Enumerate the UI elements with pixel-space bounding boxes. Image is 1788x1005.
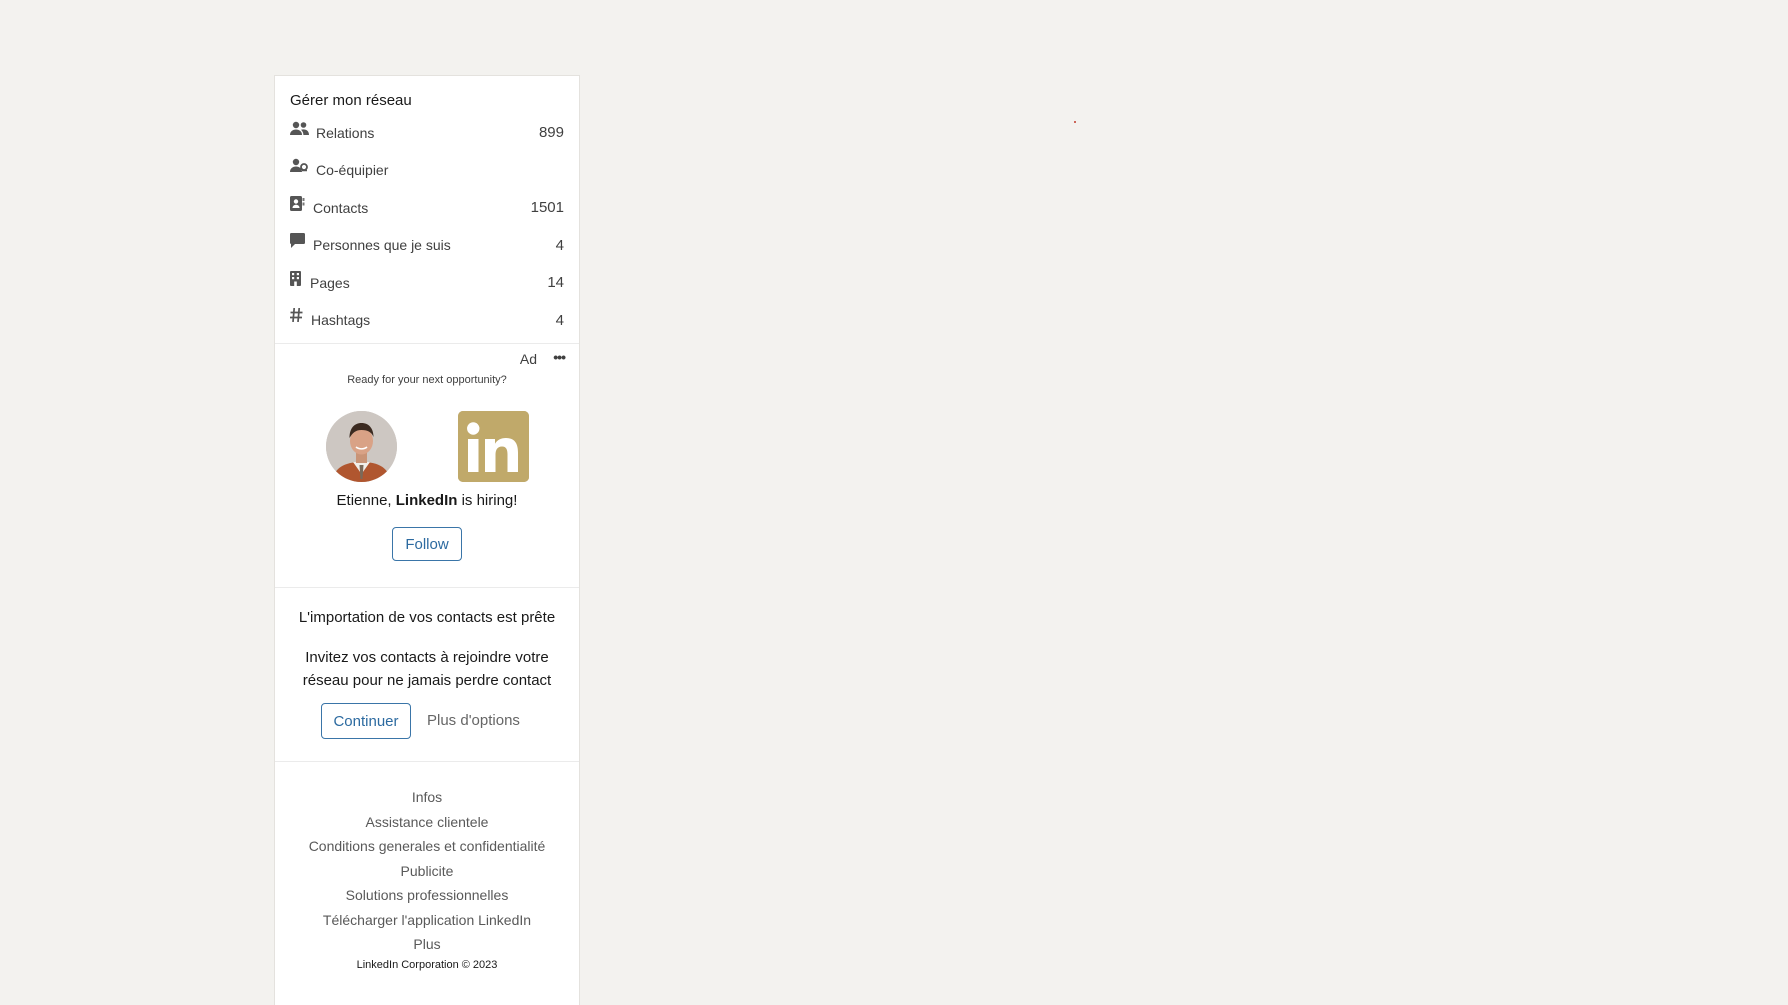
network-item-relations[interactable]: Relations 899: [275, 114, 579, 152]
network-item-label: Co-équipier: [316, 162, 389, 179]
left-sidebar-panel: Gérer mon réseau Relations 899 Co-équipi…: [274, 75, 580, 1005]
hashtag-icon: [290, 308, 305, 326]
manage-network-section: Gérer mon réseau Relations 899 Co-équipi…: [275, 76, 579, 344]
more-options-link[interactable]: Plus d'options: [427, 712, 520, 729]
ad-headline-brand: LinkedIn: [395, 492, 458, 509]
manage-network-title: Gérer mon réseau: [290, 92, 412, 109]
more-options-icon[interactable]: •••: [553, 349, 566, 365]
address-book-icon: [290, 195, 307, 214]
network-item-count: 4: [555, 311, 564, 329]
contacts-import-card: L'importation de vos contacts est prête …: [275, 588, 579, 762]
network-item-label: Pages: [310, 274, 350, 291]
ad-headline-suffix: is hiring!: [457, 492, 518, 509]
import-description: Invitez vos contacts à rejoindre votre r…: [302, 649, 552, 689]
avatar: [326, 411, 397, 482]
footer-link-infos[interactable]: Infos: [275, 785, 579, 810]
copyright: LinkedIn Corporation © 2023: [356, 958, 498, 971]
person-group-icon: [290, 158, 310, 176]
network-item-coequipier[interactable]: Co-équipier: [275, 152, 579, 190]
stray-dot: [1074, 121, 1076, 123]
ad-headline-name: Etienne,: [336, 492, 396, 509]
ad-tagline: Ready for your next opportunity?: [347, 374, 507, 386]
network-item-count: 899: [538, 124, 564, 142]
people-icon: [290, 121, 310, 139]
follow-button[interactable]: Follow: [392, 527, 462, 561]
continue-button[interactable]: Continuer: [321, 703, 411, 739]
ad-card: Ad ••• Ready for your next opportunity?: [275, 344, 579, 588]
network-item-hashtags[interactable]: Hashtags 4: [275, 302, 579, 340]
network-item-pages[interactable]: Pages 14: [275, 264, 579, 302]
ad-label: Ad: [519, 351, 537, 367]
linkedin-logo-icon: [458, 411, 529, 482]
network-item-contacts[interactable]: Contacts 1501: [275, 189, 579, 227]
import-title: L'importation de vos contacts est prête: [298, 609, 556, 626]
network-item-label: Personnes que je suis: [313, 237, 451, 254]
network-item-count: 14: [547, 274, 564, 292]
footer-link-advertising[interactable]: Publicite: [275, 859, 579, 884]
footer-link-terms[interactable]: Conditions generales et confidentialité: [275, 834, 579, 859]
footer-link-more[interactable]: Plus: [275, 932, 579, 957]
network-item-following[interactable]: Personnes que je suis 4: [275, 227, 579, 265]
network-item-label: Relations: [316, 124, 375, 141]
network-item-label: Contacts: [313, 199, 369, 216]
ad-headline: Etienne, LinkedIn is hiring!: [275, 492, 579, 509]
network-item-count: 4: [555, 236, 564, 254]
speech-bubble-icon: [290, 233, 307, 251]
footer: Infos Assistance clientele Conditions ge…: [275, 762, 579, 971]
footer-link-download-app[interactable]: Télécharger l'application LinkedIn: [275, 908, 579, 933]
footer-link-business[interactable]: Solutions professionnelles: [275, 883, 579, 908]
footer-link-support[interactable]: Assistance clientele: [275, 810, 579, 835]
network-item-count: 1501: [530, 199, 564, 217]
network-item-label: Hashtags: [311, 312, 371, 329]
building-icon: [290, 270, 304, 289]
